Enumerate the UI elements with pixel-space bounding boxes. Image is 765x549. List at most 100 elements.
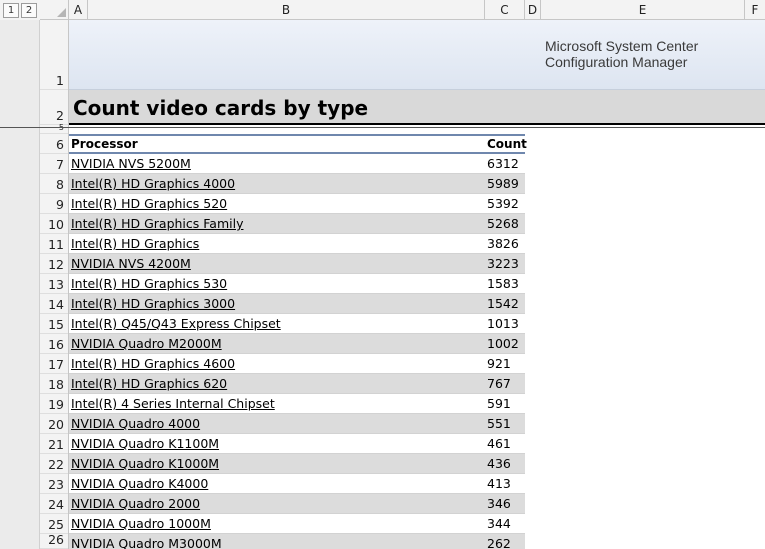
row-header[interactable]: 6 [40,134,68,154]
row-header[interactable]: 7 [40,154,68,174]
processor-link[interactable]: Intel(R) Q45/Q43 Express Chipset [69,316,483,331]
row-header[interactable]: 18 [40,374,68,394]
count-column-header: Count [487,137,527,151]
row-header[interactable]: 23 [40,474,68,494]
table-row: Intel(R) HD Graphics 4000 5989 [69,174,525,194]
count-cell: 413 [487,476,511,491]
outline-level-1-button[interactable]: 1 [3,2,19,18]
table-row: Intel(R) Q45/Q43 Express Chipset 1013 [69,314,525,334]
row-header[interactable]: 11 [40,234,68,254]
processor-link[interactable]: NVIDIA Quadro K1000M [69,456,483,471]
logo-line-2: Configuration Manager [545,54,688,70]
processor-link[interactable]: Intel(R) 4 Series Internal Chipset [69,396,483,411]
table-row: Intel(R) HD Graphics 620 767 [69,374,525,394]
table-row: Intel(R) HD Graphics 3826 [69,234,525,254]
row-header[interactable]: 9 [40,194,68,214]
row-header[interactable]: 20 [40,414,68,434]
processor-column-header: Processor [71,137,138,151]
table-row: NVIDIA Quadro M2000M 1002 [69,334,525,354]
row-header[interactable]: 16 [40,334,68,354]
table-row: NVIDIA NVS 5200M 6312 [69,154,525,174]
column-header-bar: A B C D E F [69,0,765,20]
count-cell: 1542 [487,296,519,311]
processor-link[interactable]: NVIDIA Quadro M2000M [69,336,483,351]
column-header-e[interactable]: E [541,0,745,20]
row-header[interactable]: 21 [40,434,68,454]
column-header-b[interactable]: B [88,0,485,20]
row-header[interactable]: 19 [40,394,68,414]
row-header[interactable]: 24 [40,494,68,514]
processor-link[interactable]: Intel(R) HD Graphics [69,236,483,251]
count-cell: 1583 [487,276,519,291]
row-header[interactable]: 22 [40,454,68,474]
table-row: NVIDIA NVS 4200M 3223 [69,254,525,274]
table-row: Intel(R) HD Graphics 3000 1542 [69,294,525,314]
count-cell: 3223 [487,256,519,271]
select-all-button[interactable] [40,0,69,20]
report-title: Count video cards by type [73,96,369,120]
table-row: NVIDIA Quadro 1000M 344 [69,514,525,534]
count-cell: 551 [487,416,511,431]
row-header[interactable]: 14 [40,294,68,314]
row-header[interactable]: 17 [40,354,68,374]
table-body: NVIDIA NVS 5200M 6312 Intel(R) HD Graphics… [69,154,525,549]
table-row: Intel(R) HD Graphics 520 5392 [69,194,525,214]
sccm-logo: Microsoft System Center Configuration Ma… [545,38,698,70]
table-row: Intel(R) HD Graphics 4600 921 [69,354,525,374]
table-row: Intel(R) HD Graphics Family 5268 [69,214,525,234]
column-header-c[interactable]: C [485,0,525,20]
row-header[interactable]: 13 [40,274,68,294]
processor-link[interactable]: Intel(R) HD Graphics Family [69,216,483,231]
processor-link[interactable]: Intel(R) HD Graphics 4600 [69,356,483,371]
table-row: NVIDIA Quadro K1100M 461 [69,434,525,454]
processor-link[interactable]: NVIDIA Quadro K4000 [69,476,483,491]
processor-link[interactable]: NVIDIA Quadro 2000 [69,496,483,511]
count-cell: 1002 [487,336,519,351]
processor-link[interactable]: NVIDIA Quadro 1000M [69,516,483,531]
processor-link[interactable]: Intel(R) HD Graphics 520 [69,196,483,211]
processor-link[interactable]: NVIDIA Quadro 4000 [69,416,483,431]
processor-link[interactable]: NVIDIA NVS 4200M [69,256,483,271]
count-cell: 346 [487,496,511,511]
column-header-f[interactable]: F [745,0,765,20]
processor-link[interactable]: Intel(R) HD Graphics 3000 [69,296,483,311]
count-cell: 344 [487,516,511,531]
count-cell: 591 [487,396,511,411]
outline-gutter [0,20,40,549]
table-row: NVIDIA Quadro K4000 413 [69,474,525,494]
processor-link[interactable]: Intel(R) HD Graphics 620 [69,376,483,391]
row-header[interactable]: 15 [40,314,68,334]
outline-level-buttons: 1 2 [0,0,40,20]
count-cell: 262 [487,536,511,549]
column-header-a[interactable]: A [69,0,88,20]
row-header[interactable]: 26 [40,532,68,549]
table-row: NVIDIA Quadro K1000M 436 [69,454,525,474]
divider [0,127,765,128]
table-row: Intel(R) 4 Series Internal Chipset 591 [69,394,525,414]
row-header[interactable]: 8 [40,174,68,194]
report-banner: Microsoft System Center Configuration Ma… [69,20,765,90]
row-header[interactable]: 10 [40,214,68,234]
count-cell: 3826 [487,236,519,251]
processor-link[interactable]: Intel(R) HD Graphics 4000 [69,176,483,191]
count-cell: 921 [487,356,511,371]
count-cell: 5989 [487,176,519,191]
processor-link[interactable]: NVIDIA Quadro K1100M [69,436,483,451]
table-row: NVIDIA Quadro 2000 346 [69,494,525,514]
row-header[interactable]: 2 [40,90,68,125]
count-cell: 5392 [487,196,519,211]
outline-level-2-button[interactable]: 2 [21,2,37,18]
processor-link[interactable]: NVIDIA NVS 5200M [69,156,483,171]
table-row: NVIDIA Quadro 4000 551 [69,414,525,434]
row-header[interactable]: 12 [40,254,68,274]
count-cell: 436 [487,456,511,471]
row-header[interactable]: 25 [40,514,68,534]
table-row: NVIDIA Quadro M3000M 262 [69,534,525,549]
row-header[interactable]: 1 [40,20,68,90]
count-cell: 6312 [487,156,519,171]
title-row: Count video cards by type [69,90,765,125]
processor-link[interactable]: Intel(R) HD Graphics 530 [69,276,483,291]
column-header-d[interactable]: D [525,0,541,20]
logo-line-1: Microsoft System Center [545,38,699,54]
processor-link[interactable]: NVIDIA Quadro M3000M [69,536,483,549]
